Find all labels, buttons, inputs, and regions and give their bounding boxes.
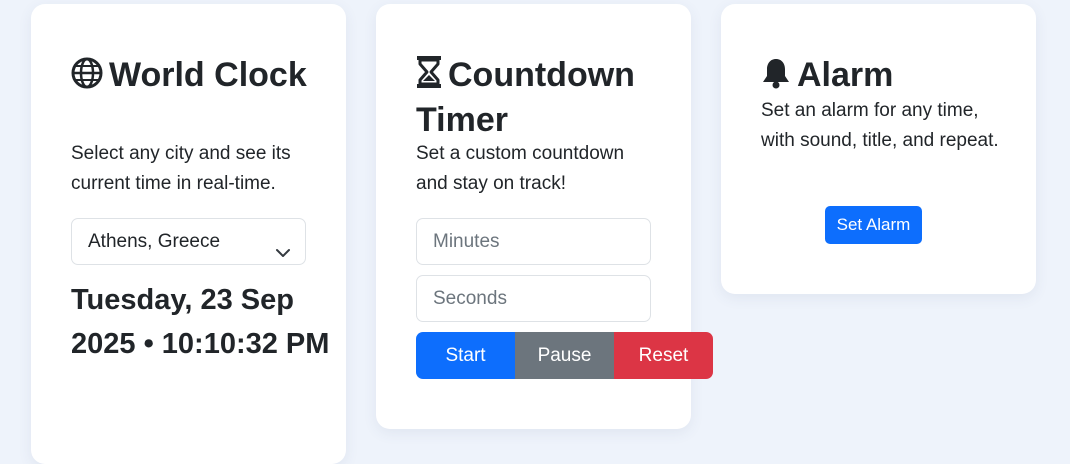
countdown-timer-card: Countdown Timer Set a custom countdown a… [376,4,713,429]
set-alarm-button[interactable]: Set Alarm [825,206,922,244]
world-clock-card: World Clock Select any city and see its … [31,4,346,464]
chevron-down-icon [275,233,291,278]
alarm-card: Alarm Set an alarm for any time, with so… [721,4,1036,294]
hourglass-icon [416,55,442,99]
countdown-timer-description: Set a custom countdown and stay on track… [416,143,625,194]
countdown-timer-title-text: Countdown Timer [416,56,635,139]
globe-icon [71,57,103,99]
alarm-title: Alarm [761,54,1021,99]
city-select-value: Athens, Greece [88,231,221,252]
reset-button[interactable]: Reset [614,332,713,379]
timer-button-group: Start Pause Reset [416,332,713,379]
alarm-title-text: Alarm [797,56,894,94]
pause-button[interactable]: Pause [515,332,614,379]
world-clock-title: World Clock [71,54,321,99]
start-button[interactable]: Start [416,332,515,379]
current-time-display: Tuesday, 23 Sep 2025 • 10:10:32 PM [71,284,330,360]
countdown-timer-title: Countdown Timer [416,54,666,141]
city-select[interactable]: Athens, Greece [71,218,306,265]
seconds-input[interactable]: Seconds [416,275,651,322]
world-clock-title-text: World Clock [109,56,307,94]
minutes-input[interactable]: Minutes [416,218,651,265]
alarm-description: Set an alarm for any time, with sound, t… [761,100,999,151]
bell-icon [761,57,791,99]
world-clock-description: Select any city and see its current time… [71,143,291,194]
